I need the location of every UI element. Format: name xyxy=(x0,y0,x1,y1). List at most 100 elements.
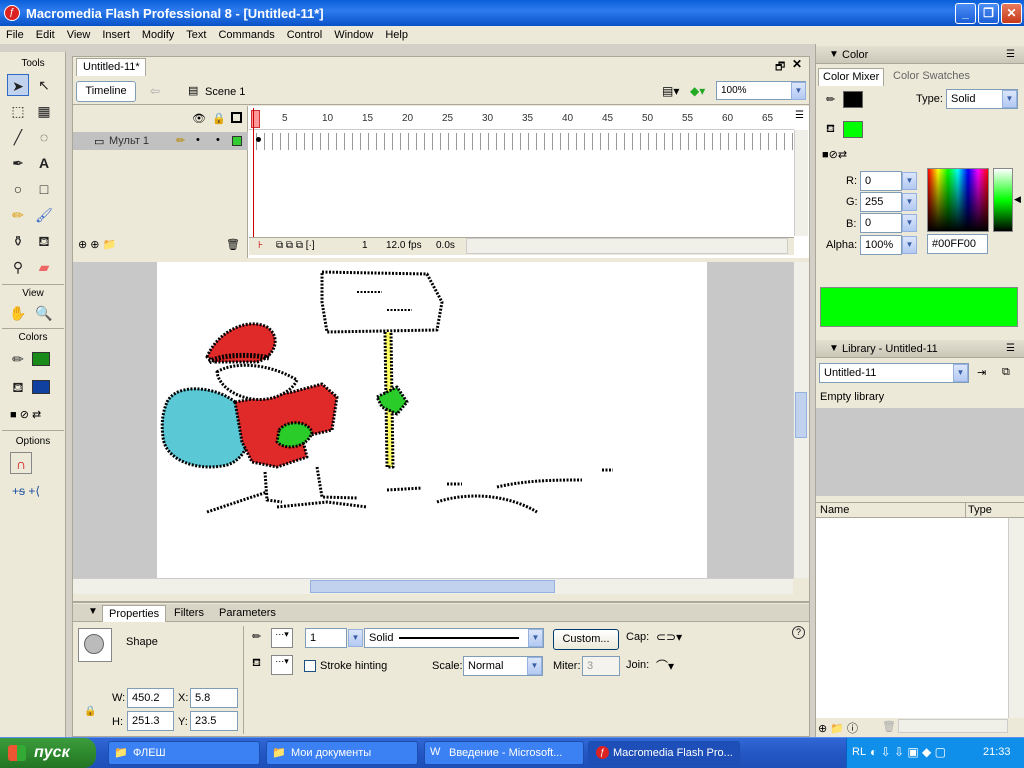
menu-commands[interactable]: Commands xyxy=(212,29,280,41)
ink-bottle-tool-icon[interactable]: ⚱ xyxy=(7,230,29,252)
timeline-vscroll[interactable] xyxy=(794,130,808,236)
new-library-icon[interactable]: ⧉ xyxy=(1002,366,1010,379)
swap-colors-icon[interactable]: ■ ⊘ ⇄ xyxy=(10,408,41,421)
blue-input[interactable]: 0 xyxy=(860,213,902,233)
task-word[interactable]: Введение - Microsoft... xyxy=(424,741,584,765)
document-tab[interactable]: Untitled-11* xyxy=(76,58,146,76)
eraser-tool-icon[interactable]: ▰ xyxy=(33,256,55,278)
eyedropper-tool-icon[interactable]: ⚲ xyxy=(7,256,29,278)
maximize-button[interactable]: ❐ xyxy=(978,3,999,24)
stroke-color-picker[interactable]: ⋯▾ xyxy=(271,628,293,648)
subselection-tool-icon[interactable]: ↖ xyxy=(33,74,55,96)
color-menu-icon[interactable]: ☰ xyxy=(1006,49,1015,60)
pen-tool-icon[interactable]: ✒ xyxy=(7,152,29,174)
smooth-straighten-icon[interactable]: +ᵴ +⟨ xyxy=(12,484,40,498)
center-frame-icon[interactable]: ⊦ xyxy=(258,240,263,251)
constrain-lock-icon[interactable]: 🔒 xyxy=(84,706,96,717)
edit-scene-icon[interactable]: ▤▾ xyxy=(662,84,679,98)
visibility-dot-icon[interactable]: • xyxy=(196,134,200,146)
doc-restore-icon[interactable]: 🗗 xyxy=(775,58,785,77)
library-panel-header[interactable]: Library - Untitled-11 xyxy=(816,340,1024,358)
tab-parameters[interactable]: Parameters xyxy=(213,605,282,621)
lock-icon[interactable]: 🔒 xyxy=(212,112,226,125)
oval-tool-icon[interactable]: ○ xyxy=(7,178,29,200)
green-dropdown[interactable]: ▼ xyxy=(902,193,917,211)
keyframe-dot[interactable] xyxy=(256,137,261,142)
santa-drawing[interactable] xyxy=(157,262,707,578)
selection-tool-icon[interactable]: ➤ xyxy=(7,74,29,96)
tab-filters[interactable]: Filters xyxy=(168,605,210,621)
library-doc-dropdown[interactable]: ▼ xyxy=(953,364,968,382)
stroke-style-dropdown[interactable]: ▼ xyxy=(528,629,543,647)
stroke-color-icon[interactable]: ✏ xyxy=(7,348,29,370)
language-indicator[interactable]: RL xyxy=(852,746,866,758)
x-input[interactable]: 5.8 xyxy=(190,688,238,708)
text-tool-icon[interactable]: A xyxy=(33,152,55,174)
insert-layer-icon[interactable]: ⊕ ⊕ 📁 xyxy=(78,238,116,251)
stroke-hinting-checkbox[interactable] xyxy=(304,660,316,672)
close-button[interactable]: ✕ xyxy=(1001,3,1022,24)
onion-skin-icon[interactable]: ⧉ ⧉ ⧉ [·] xyxy=(276,240,315,251)
fill-color-swatch[interactable] xyxy=(32,380,50,394)
delete-layer-icon[interactable]: 🗑 xyxy=(226,238,240,251)
pin-library-icon[interactable]: ⇥ xyxy=(977,366,986,379)
stroke-height-input[interactable]: 1 xyxy=(305,628,347,648)
doc-close-icon[interactable]: ✕ xyxy=(792,57,802,71)
menu-view[interactable]: View xyxy=(61,29,97,41)
zoom-dropdown-icon[interactable]: ▼ xyxy=(791,82,806,100)
back-arrow-icon[interactable]: ⇦ xyxy=(150,84,160,98)
column-name[interactable]: Name xyxy=(820,504,849,516)
blue-dropdown[interactable]: ▼ xyxy=(902,214,917,232)
color-collapse-icon[interactable]: ▼ xyxy=(829,49,839,60)
red-dropdown[interactable]: ▼ xyxy=(902,172,917,190)
brightness-arrow-icon[interactable]: ◀ xyxy=(1014,194,1021,205)
fill-color-picker[interactable]: ⋯▾ xyxy=(271,655,293,675)
stroke-color-swatch[interactable] xyxy=(32,352,50,366)
scale-dropdown[interactable]: ▼ xyxy=(527,657,542,675)
collapse-arrow-icon[interactable]: ▼ xyxy=(88,606,98,617)
library-collapse-icon[interactable]: ▼ xyxy=(829,343,839,354)
eye-icon[interactable]: 👁 xyxy=(192,112,206,125)
color-spectrum[interactable] xyxy=(927,168,989,232)
menu-file[interactable]: File xyxy=(0,29,30,41)
task-flash[interactable]: Macromedia Flash Pro... xyxy=(588,741,740,765)
snap-to-objects-icon[interactable]: ∩ xyxy=(10,452,32,474)
tab-properties[interactable]: Properties xyxy=(102,605,167,622)
stroke-style-select[interactable]: Solid xyxy=(364,628,544,648)
line-tool-icon[interactable]: ╱ xyxy=(7,126,29,148)
fill-type-dropdown[interactable]: ▼ xyxy=(1002,90,1017,108)
library-vscroll[interactable] xyxy=(1008,518,1024,718)
pencil-tool-icon[interactable]: ✏ xyxy=(7,204,29,226)
alpha-input[interactable]: 100% xyxy=(860,235,902,255)
custom-button[interactable]: Custom... xyxy=(553,629,619,650)
column-type[interactable]: Type xyxy=(968,504,992,516)
tab-color-mixer[interactable]: Color Mixer xyxy=(818,68,885,86)
tab-color-swatches[interactable]: Color Swatches xyxy=(893,70,970,82)
lock-dot-icon[interactable]: • xyxy=(216,134,220,146)
menu-edit[interactable]: Edit xyxy=(30,29,61,41)
stage-hscroll-thumb[interactable] xyxy=(310,580,555,593)
zoom-tool-icon[interactable]: 🔍 xyxy=(33,302,55,324)
menu-modify[interactable]: Modify xyxy=(136,29,180,41)
library-list[interactable] xyxy=(816,518,1008,718)
stroke-height-dropdown[interactable]: ▼ xyxy=(348,629,363,647)
menu-insert[interactable]: Insert xyxy=(96,29,136,41)
menu-help[interactable]: Help xyxy=(379,29,414,41)
menu-window[interactable]: Window xyxy=(328,29,379,41)
mixer-swap-icons[interactable]: ■⊘⇄ xyxy=(822,148,847,161)
help-icon[interactable]: ? xyxy=(792,626,805,639)
outline-icon[interactable] xyxy=(231,112,242,123)
green-input[interactable]: 255 xyxy=(860,192,902,212)
free-transform-tool-icon[interactable]: ⬚ xyxy=(7,100,29,122)
color-panel-header[interactable]: Color xyxy=(816,46,1024,64)
timeline-hscroll[interactable] xyxy=(466,238,788,254)
red-input[interactable]: 0 xyxy=(860,171,902,191)
menu-control[interactable]: Control xyxy=(281,29,328,41)
minimize-button[interactable]: _ xyxy=(955,3,976,24)
brush-tool-icon[interactable]: 🖌 xyxy=(33,204,55,226)
fill-color-icon[interactable]: ⛾ xyxy=(7,376,29,398)
lasso-tool-icon[interactable]: ◌ xyxy=(33,126,55,148)
hand-tool-icon[interactable]: ✋ xyxy=(7,302,29,324)
library-new-icons[interactable]: ⊕ 📁 ⓘ xyxy=(818,720,858,736)
library-delete-icon[interactable]: 🗑 xyxy=(882,720,896,733)
